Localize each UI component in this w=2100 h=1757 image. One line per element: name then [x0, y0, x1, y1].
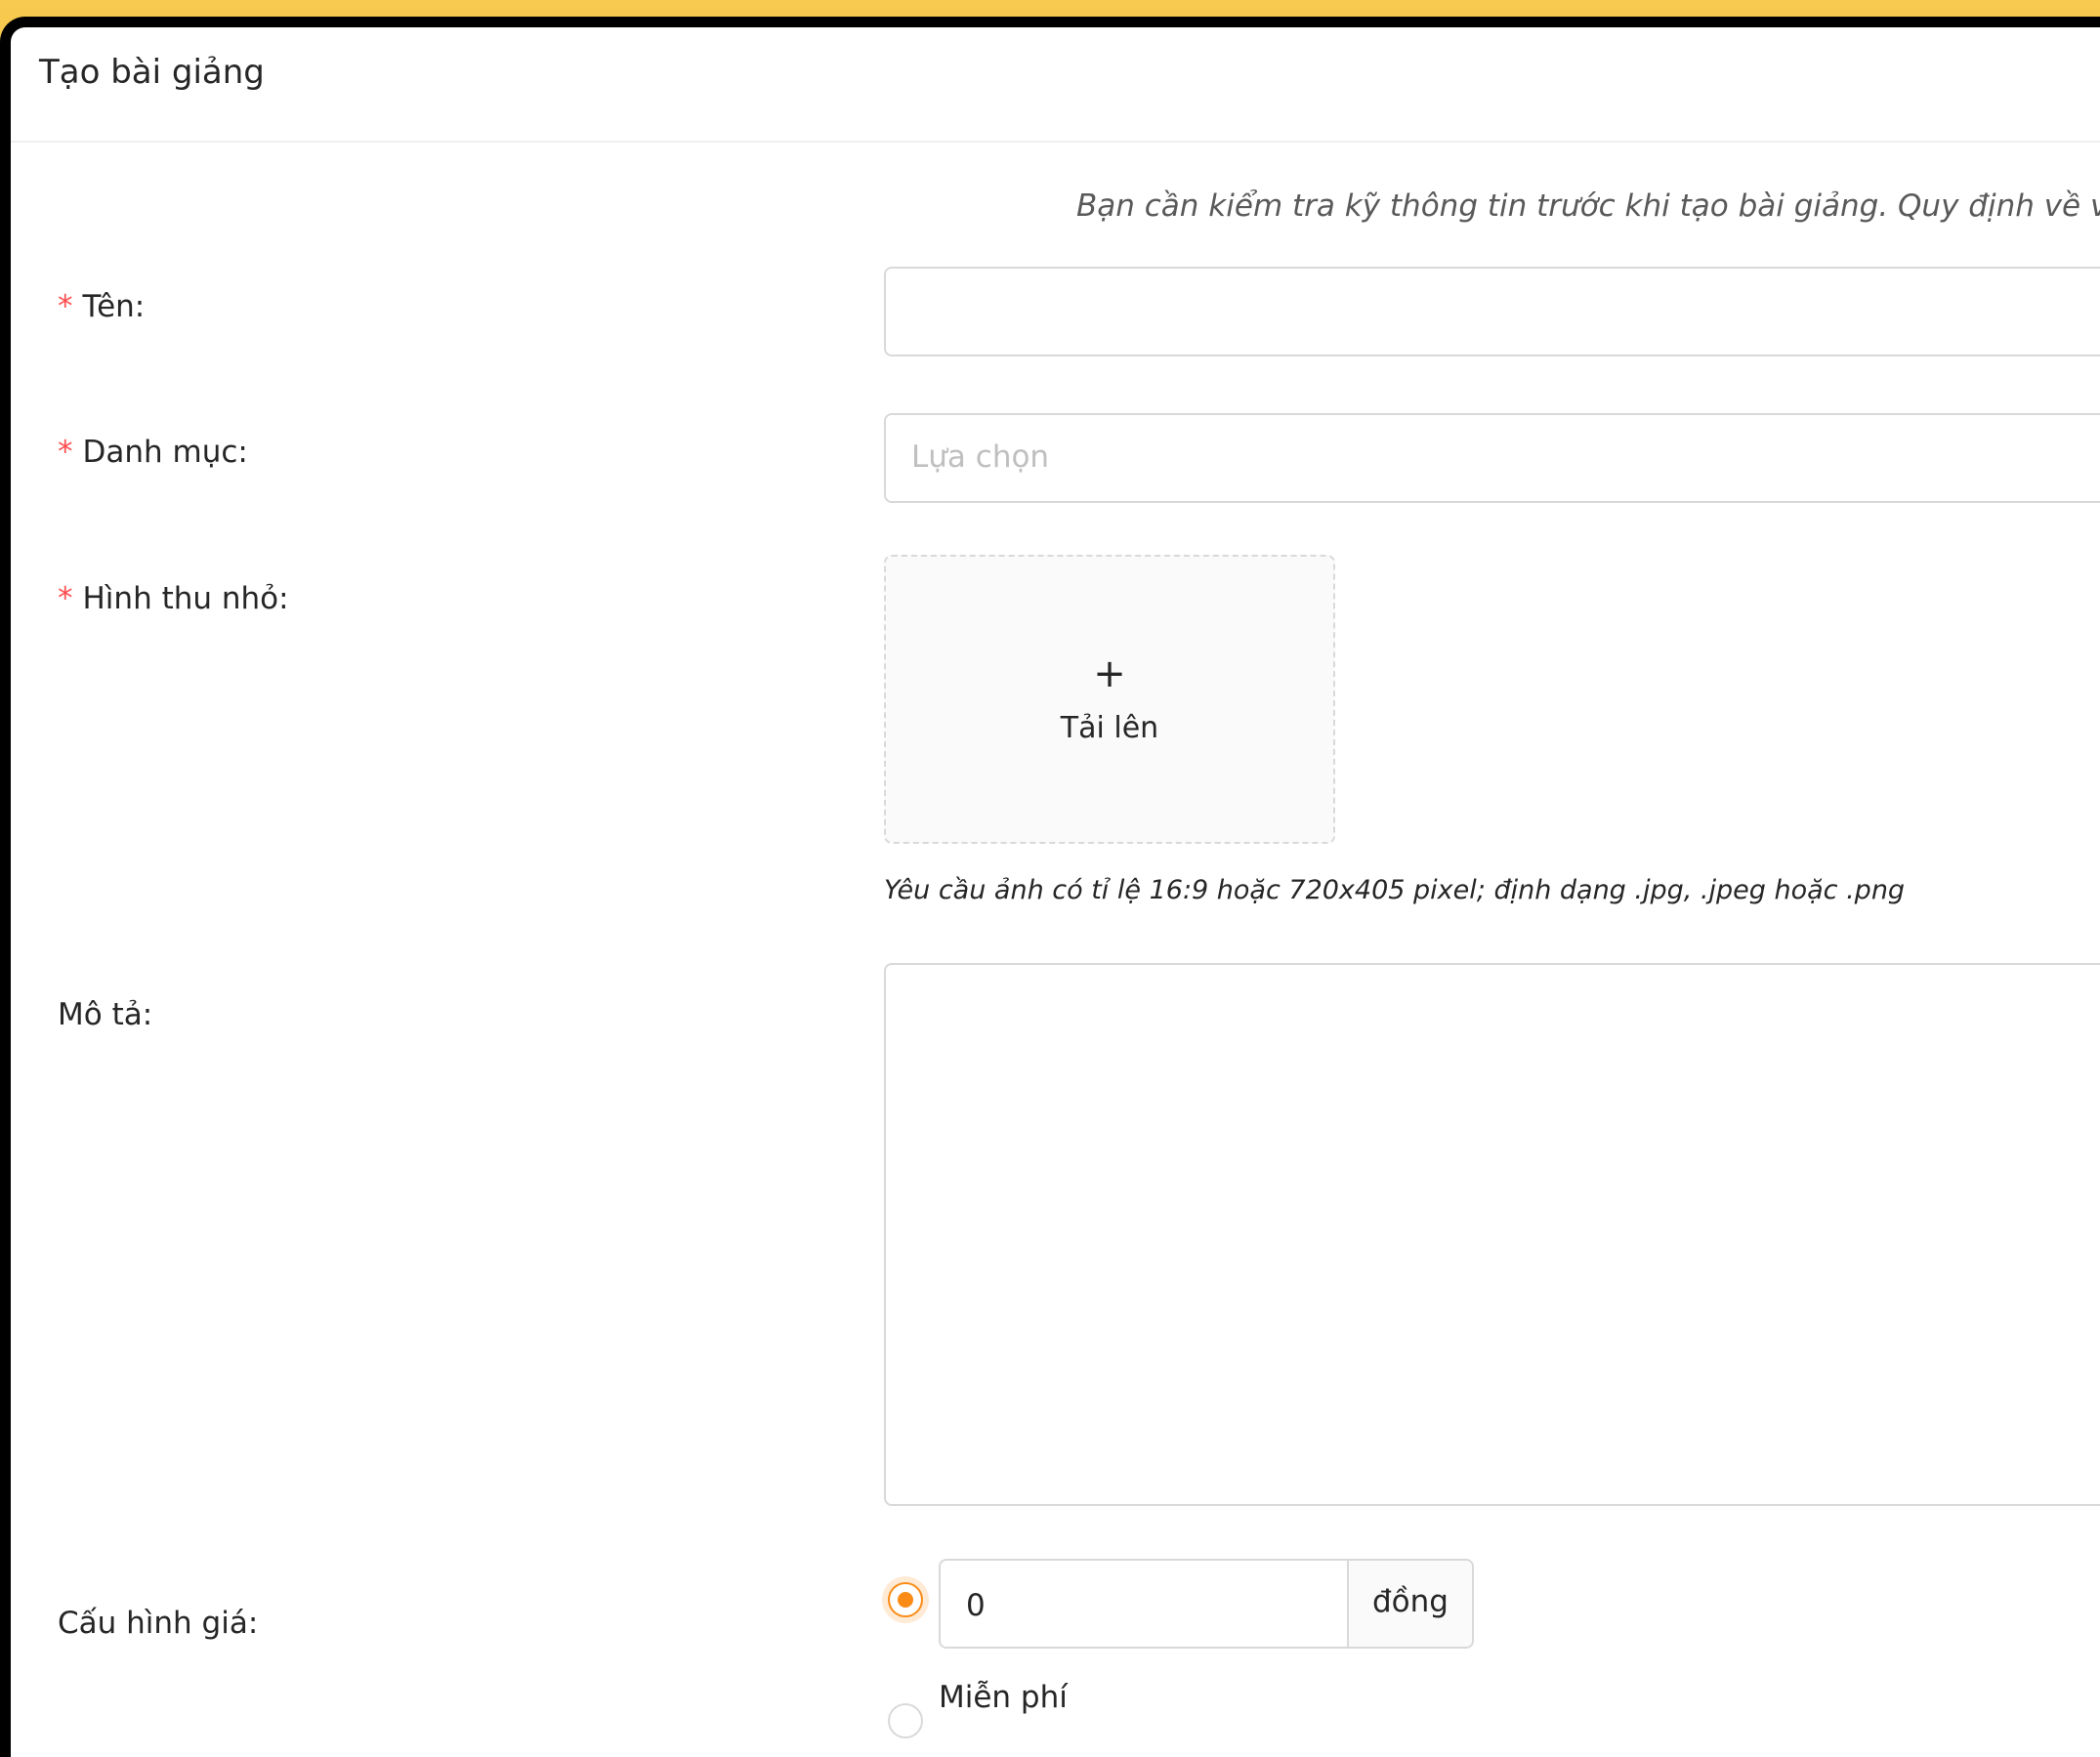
name-input[interactable] [884, 267, 2100, 356]
category-select[interactable]: Lựa chọn [884, 413, 2100, 503]
upload-label: Tải lên [1060, 711, 1159, 745]
currency-label: đồng [1372, 1584, 1449, 1619]
modal-title: Tạo bài giảng [39, 53, 265, 92]
thumbnail-hint: Yêu cầu ảnh có tỉ lệ 16:9 hoặc 720x405 p… [884, 875, 1906, 905]
thumbnail-label-text: Hình thu nhỏ: [82, 581, 289, 616]
required-mark: * [58, 435, 73, 470]
modal-header: Tạo bài giảng [11, 27, 2100, 143]
currency-addon: đồng [1347, 1561, 1472, 1647]
price-paid-radio[interactable] [888, 1582, 923, 1617]
free-option-label[interactable]: Miễn phí [939, 1680, 1068, 1715]
required-mark: * [58, 581, 73, 616]
notice-message: Bạn cần kiểm tra kỹ thông tin trước khi … [1076, 188, 2100, 224]
category-placeholder: Lựa chọn [911, 439, 1050, 475]
create-lecture-modal: Tạo bài giảng Bạn cần kiểm tra kỹ thông … [0, 17, 2100, 1757]
thumbnail-label: * Hình thu nhỏ: [58, 581, 289, 616]
thumbnail-upload-button[interactable]: + Tải lên [884, 555, 1335, 844]
description-textarea[interactable] [884, 963, 2100, 1506]
notice-text: Bạn cần kiểm tra kỹ thông tin trước khi … [1076, 188, 2100, 224]
description-label: Mô tả: [58, 997, 153, 1032]
name-label: * Tên: [58, 289, 145, 324]
name-label-text: Tên: [82, 289, 146, 324]
price-free-radio[interactable] [888, 1703, 923, 1738]
price-config-label: Cấu hình giá: [58, 1606, 259, 1641]
price-amount-input[interactable]: 0 [966, 1588, 986, 1623]
price-input-group: 0 đồng [939, 1559, 1474, 1649]
category-label: * Danh mục: [58, 435, 248, 470]
category-label-text: Danh mục: [82, 435, 248, 470]
required-mark: * [58, 289, 73, 324]
plus-icon: + [1093, 651, 1126, 696]
